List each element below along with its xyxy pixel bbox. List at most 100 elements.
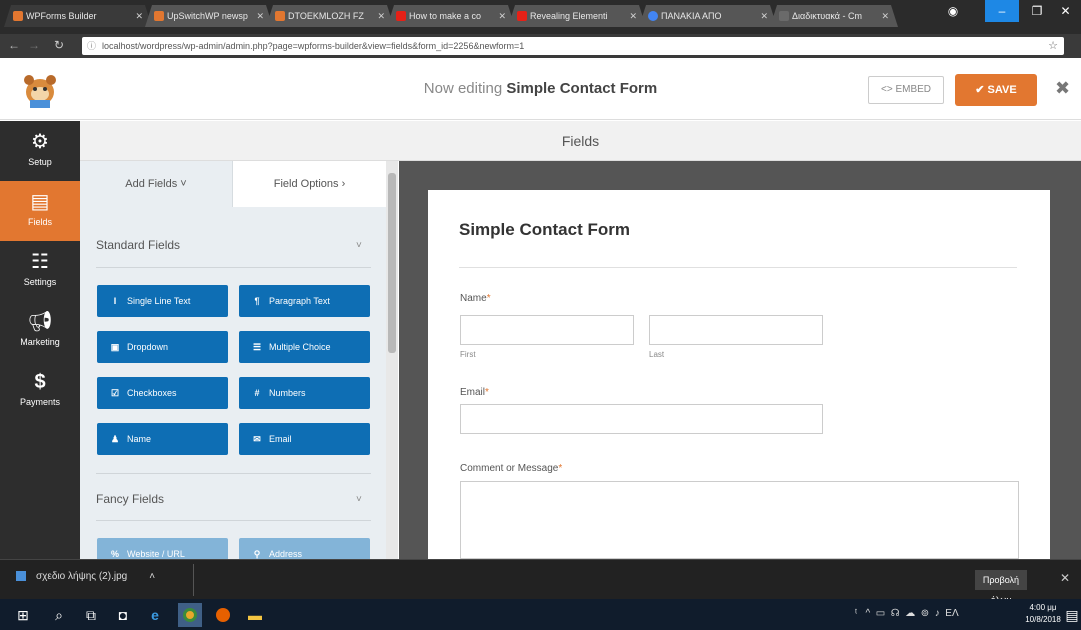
browser-tab[interactable]: ΠΑΝΑΚΙΑ ΑΠΟ ✕ [639,5,777,27]
nav-item-marketing[interactable]: 📢︎ Marketing [0,301,80,361]
url-field[interactable]: ⓘ localhost/wordpress/wp-admin/admin.php… [82,37,1064,55]
field-button-label: Email [269,434,292,444]
tab-favicon [13,11,23,21]
name-label[interactable]: Name* [460,293,491,304]
embed-button[interactable]: <> EMBED [868,76,944,104]
browser-tab[interactable]: WPForms Builder ✕ [4,5,152,27]
search-icon[interactable]: ⌕ [50,606,68,624]
tab-title: Revealing Elementi [530,11,608,21]
browser-tab-strip: WPForms Builder ✕ UpSwitchWP newsp ✕ DTOEK… [0,0,1081,34]
scrollbar-thumb[interactable] [388,173,396,353]
comment-textarea[interactable] [460,481,1019,559]
tab-close-icon[interactable]: ✕ [498,5,506,27]
divider [96,267,371,268]
system-tray[interactable]: ᵗ ^ ▭ ☊ ☁ ⊚ ♪ ΕΛ [855,608,959,619]
field-button-label: Paragraph Text [269,296,330,306]
browser-tab[interactable]: DTOEKMLOZH FZ ✕ [266,5,394,27]
firefox-icon[interactable] [214,606,232,624]
field-button-single-line-text[interactable]: I Single Line Text [97,285,228,317]
fields-panel: Add Fields ˅ Field Options › Standard Fi… [80,161,398,559]
tab-close-icon[interactable]: ✕ [881,5,889,27]
show-all-button[interactable]: Προβολή όλων [975,570,1027,605]
field-button-email[interactable]: ✉ Email [239,423,370,455]
panel-scrollbar[interactable] [386,161,398,559]
dollar-icon: $ [34,371,46,393]
bookmark-star-icon[interactable]: ☆ [1048,37,1058,55]
list-icon: ☰ [252,342,262,352]
clock[interactable]: 4:00 μμ 10/8/2018 [1023,602,1063,626]
comment-label[interactable]: Comment or Message* [460,463,562,474]
tab-close-icon[interactable]: ✕ [629,5,637,27]
save-button[interactable]: ✔ SAVE [955,74,1037,106]
download-filename: σχεδιο λήψης (2).jpg [36,571,128,582]
browser-tab[interactable]: Revealing Elementi ✕ [508,5,646,27]
nav-item-setup[interactable]: ⚙ Setup [0,121,80,181]
fields-icon: ▤ [30,191,50,213]
chevron-down-icon[interactable]: ˅ [356,494,362,505]
browser-tab[interactable]: UpSwitchWP newsp ✕ [145,5,273,27]
field-button-dropdown[interactable]: ▣ Dropdown [97,331,228,363]
profile-icon[interactable]: ◉ [936,0,970,22]
download-item[interactable]: σχεδιο λήψης (2).jpg ˄ [16,571,155,582]
tab-close-icon[interactable]: ✕ [377,5,385,27]
nav-item-payments[interactable]: $ Payments [0,361,80,421]
field-button-label: Name [127,434,152,444]
panel-title: Fields [80,121,1081,161]
field-button-paragraph-text[interactable]: ¶ Paragraph Text [239,285,370,317]
image-file-icon [16,571,26,582]
task-view-icon[interactable]: ⧉ [82,606,100,624]
back-icon[interactable]: ← [8,38,20,52]
chevron-up-icon[interactable]: ˄ [149,571,155,582]
chevron-down-icon[interactable]: ˅ [356,240,362,251]
edge-browser-icon[interactable]: e [146,606,164,624]
maximize-button[interactable]: ❐ [1020,0,1054,22]
close-download-bar-icon[interactable]: ✕ [1060,571,1070,585]
section-heading-fancy[interactable]: Fancy Fields [96,492,376,506]
close-icon[interactable]: ✖ [1055,78,1070,99]
text-icon: I [113,296,117,306]
file-explorer-icon[interactable]: ▬ [246,606,264,624]
chrome-taskbar-button[interactable] [178,603,202,627]
field-button-label: Multiple Choice [269,342,331,352]
field-button-label: Website / URL [127,549,185,559]
panel-tabs: Add Fields ˅ Field Options › [80,161,386,207]
tab-close-icon[interactable]: ✕ [256,5,264,27]
field-button-checkboxes[interactable]: ☑ Checkboxes [97,377,228,409]
email-label[interactable]: Email* [460,387,489,398]
window-close-button[interactable]: ✕ [1050,0,1081,22]
notifications-icon[interactable]: ▤ [1063,606,1081,624]
tab-favicon [154,11,164,21]
forward-icon[interactable]: → [28,38,40,52]
reload-icon[interactable]: ↻ [54,38,64,52]
field-button-label: Address [269,549,303,559]
nav-label: Payments [19,397,61,407]
field-button-website-url[interactable]: % Website / URL [97,538,228,559]
field-button-address[interactable]: ⚲ Address [239,538,370,559]
browser-tab[interactable]: How to make a co ✕ [387,5,515,27]
tab-close-icon[interactable]: ✕ [760,5,768,27]
minimize-button[interactable]: – [985,0,1019,22]
tab-close-icon[interactable]: ✕ [135,5,143,27]
tab-add-fields[interactable]: Add Fields ˅ [80,161,233,207]
first-sublabel: First [460,350,476,359]
field-button-multiple-choice[interactable]: ☰ Multiple Choice [239,331,370,363]
windows-start-icon[interactable]: ⊞ [14,606,32,624]
email-input[interactable] [460,404,823,434]
megaphone-icon: 📢︎ [27,311,53,333]
store-icon[interactable]: ◘ [114,606,132,624]
section-heading-standard[interactable]: Standard Fields [96,238,376,252]
nav-item-fields[interactable]: ▤ Fields [0,181,80,241]
field-button-numbers[interactable]: # Numbers [239,377,370,409]
tab-field-options[interactable]: Field Options › [233,161,386,207]
field-button-name[interactable]: ♟ Name [97,423,228,455]
info-icon[interactable]: ⓘ [87,37,96,55]
required-mark: * [486,293,491,304]
nav-item-settings[interactable]: ☷ Settings [0,241,80,301]
chrome-icon [183,608,197,622]
tab-favicon [517,11,527,21]
tab-title: ΠΑΝΑΚΙΑ ΑΠΟ [661,11,722,21]
last-name-input[interactable] [649,315,823,345]
browser-tab[interactable]: Διαδικτυακά - Cm ✕ [770,5,898,27]
nav-label: Setup [28,157,52,167]
first-name-input[interactable] [460,315,634,345]
